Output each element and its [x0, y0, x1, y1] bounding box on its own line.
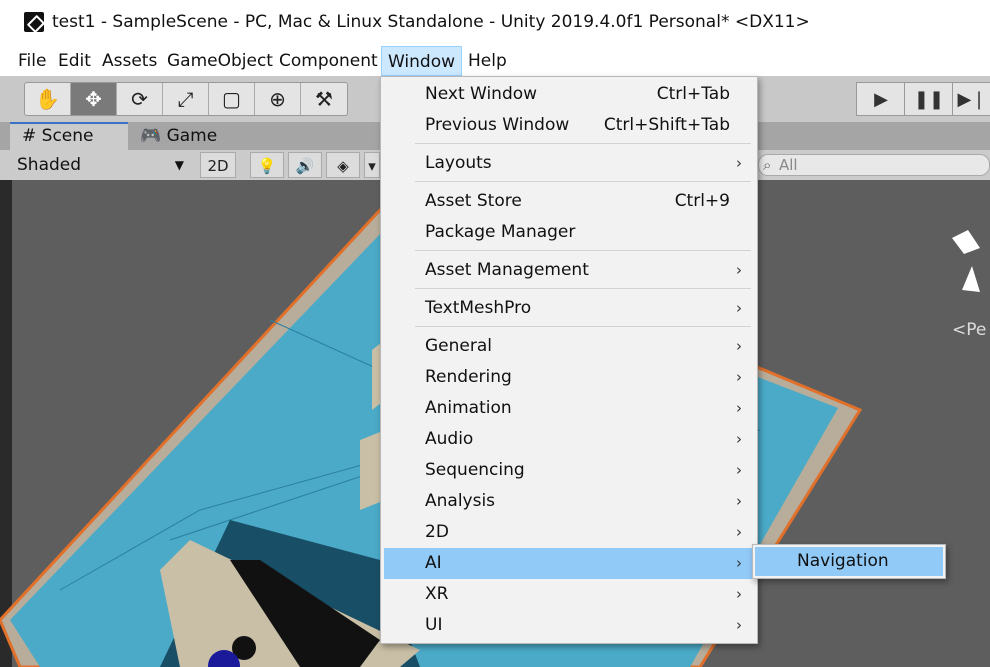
audio-toggle-icon[interactable]: 🔊: [288, 152, 322, 178]
transform-tools: ✋ ✥ ⟳ ⤢ ▢ ⊕ ⚒: [24, 82, 348, 116]
menu-item-package-manager[interactable]: Package Manager: [384, 217, 754, 248]
menu-item-label: TextMeshPro: [425, 298, 532, 318]
rotate-tool-icon[interactable]: ⟳: [117, 83, 163, 115]
menu-item-general[interactable]: General ›: [384, 331, 754, 362]
search-placeholder: All: [779, 156, 798, 174]
menu-assets[interactable]: Assets: [96, 46, 163, 76]
chevron-right-icon: ›: [736, 337, 742, 355]
ai-submenu: Navigation: [752, 544, 946, 579]
chevron-right-icon: ›: [736, 430, 742, 448]
menu-item-label: Asset Management: [425, 260, 589, 280]
menu-separator: [415, 326, 751, 327]
menu-file[interactable]: File: [12, 46, 52, 76]
menu-item-layouts[interactable]: Layouts ›: [384, 148, 754, 179]
scale-tool-icon[interactable]: ⤢: [163, 83, 209, 115]
pause-button[interactable]: ❚❚: [904, 82, 954, 116]
chevron-right-icon: ›: [736, 523, 742, 541]
menu-item-label: Asset Store: [425, 191, 522, 211]
play-button[interactable]: ▶: [856, 82, 906, 116]
title-bar: test1 - SampleScene - PC, Mac & Linux St…: [0, 0, 990, 46]
window-title: test1 - SampleScene - PC, Mac & Linux St…: [52, 12, 810, 32]
effects-dropdown-icon[interactable]: ▾: [364, 152, 380, 178]
menu-gameobject[interactable]: GameObject: [161, 46, 279, 76]
tab-scene-label: Scene: [41, 126, 94, 146]
menu-item-label: Animation: [425, 398, 512, 418]
custom-tool-icon[interactable]: ⚒: [301, 83, 347, 115]
chevron-right-icon: ›: [736, 461, 742, 479]
tab-game[interactable]: 🎮 Game: [128, 122, 229, 150]
menu-item-shortcut: Ctrl+Tab: [656, 84, 730, 104]
menu-window[interactable]: Window: [381, 46, 463, 76]
chevron-right-icon: ›: [736, 368, 742, 386]
menu-separator: [415, 181, 751, 182]
tab-scene[interactable]: # Scene: [10, 122, 128, 150]
menu-item-label: Next Window: [425, 84, 538, 104]
menu-item-label: UI: [425, 615, 443, 635]
menu-item-shortcut: Ctrl+Shift+Tab: [603, 115, 730, 135]
menu-item-asset-management[interactable]: Asset Management ›: [384, 255, 754, 286]
menu-item-audio[interactable]: Audio ›: [384, 424, 754, 455]
menu-item-shortcut: Ctrl+9: [674, 191, 730, 211]
menu-item-label: Previous Window: [425, 115, 570, 135]
scene-search-input[interactable]: ⌕ All: [758, 154, 990, 176]
effects-toggle-icon[interactable]: ◈: [326, 152, 360, 178]
chevron-right-icon: ›: [736, 554, 742, 572]
lighting-toggle-icon[interactable]: 💡: [250, 152, 284, 178]
menu-item-label: Sequencing: [425, 460, 525, 480]
chevron-right-icon: ›: [736, 154, 742, 172]
menu-item-asset-store[interactable]: Asset Store Ctrl+9: [384, 186, 754, 217]
hand-tool-icon[interactable]: ✋: [25, 83, 71, 115]
menu-item-xr[interactable]: XR ›: [384, 579, 754, 610]
menu-separator: [415, 143, 751, 144]
menu-item-label: Layouts: [425, 153, 492, 173]
move-tool-icon[interactable]: ✥: [71, 83, 117, 115]
menu-item-label: Rendering: [425, 367, 512, 387]
menu-item-label: General: [425, 336, 492, 356]
scene-grid-icon: #: [22, 126, 37, 146]
perspective-label[interactable]: <Pe: [952, 320, 986, 340]
chevron-down-icon: ▼: [174, 158, 184, 172]
menu-item-label: Package Manager: [425, 222, 576, 242]
menu-item-sequencing[interactable]: Sequencing ›: [384, 455, 754, 486]
chevron-right-icon: ›: [736, 261, 742, 279]
menu-item-next-window[interactable]: Next Window Ctrl+Tab: [384, 79, 754, 110]
transform-tool-icon[interactable]: ⊕: [255, 83, 301, 115]
menu-item-textmeshpro[interactable]: TextMeshPro ›: [384, 293, 754, 324]
menu-item-2d[interactable]: 2D ›: [384, 517, 754, 548]
menu-item-rendering[interactable]: Rendering ›: [384, 362, 754, 393]
menu-item-ai[interactable]: AI ›: [384, 548, 754, 579]
step-button[interactable]: ▶❘: [952, 82, 990, 116]
chevron-right-icon: ›: [736, 616, 742, 634]
chevron-right-icon: ›: [736, 399, 742, 417]
menu-item-previous-window[interactable]: Previous Window Ctrl+Shift+Tab: [384, 110, 754, 141]
tab-game-label: Game: [166, 126, 218, 146]
unity-logo-icon: [24, 12, 44, 32]
menu-separator: [415, 250, 751, 251]
menu-bar: File Edit Assets GameObject Component Wi…: [0, 46, 990, 76]
menu-item-ui[interactable]: UI ›: [384, 610, 754, 641]
menu-item-label: 2D: [425, 522, 449, 542]
gamepad-icon: 🎮: [140, 126, 162, 146]
menu-item-analysis[interactable]: Analysis ›: [384, 486, 754, 517]
chevron-right-icon: ›: [736, 585, 742, 603]
menu-item-label: XR: [425, 584, 449, 604]
chevron-right-icon: ›: [736, 492, 742, 510]
menu-separator: [415, 288, 751, 289]
menu-component[interactable]: Component: [273, 46, 384, 76]
window-menu: Next Window Ctrl+Tab Previous Window Ctr…: [380, 76, 758, 644]
2d-toggle-button[interactable]: 2D: [200, 152, 236, 178]
rect-tool-icon[interactable]: ▢: [209, 83, 255, 115]
menu-item-label: Analysis: [425, 491, 496, 511]
chevron-right-icon: ›: [736, 299, 742, 317]
menu-item-label: AI: [425, 553, 442, 573]
shading-mode-label: Shaded: [17, 155, 82, 175]
menu-item-navigation[interactable]: Navigation: [755, 547, 943, 576]
shading-mode-dropdown[interactable]: Shaded ▼: [10, 150, 190, 180]
menu-help[interactable]: Help: [462, 46, 513, 76]
menu-item-label: Navigation: [797, 551, 889, 571]
menu-edit[interactable]: Edit: [52, 46, 97, 76]
menu-item-animation[interactable]: Animation ›: [384, 393, 754, 424]
menu-item-label: Audio: [425, 429, 474, 449]
search-icon: ⌕: [763, 156, 772, 174]
